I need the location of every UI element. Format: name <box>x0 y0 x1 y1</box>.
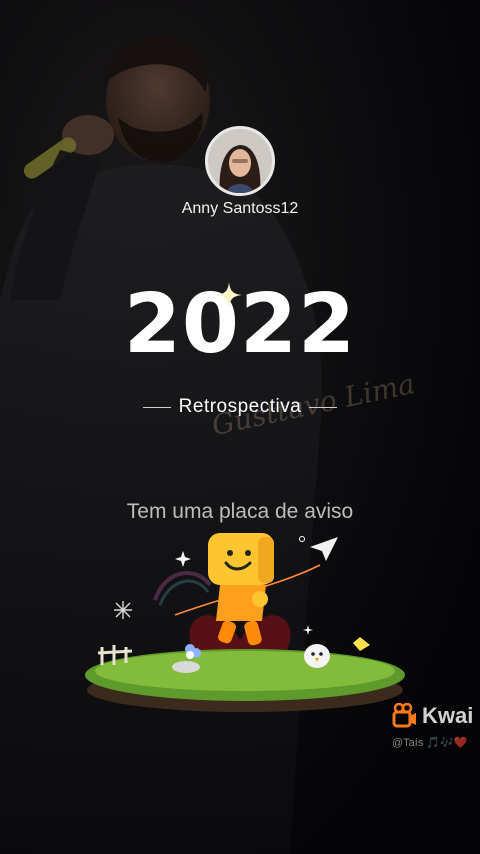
kwai-mascot-icon <box>208 533 274 646</box>
kwai-brand: Kwai <box>422 703 474 728</box>
chick-icon <box>304 644 330 668</box>
recap-caption: Tem uma placa de aviso <box>126 500 354 523</box>
divider-left <box>142 406 171 408</box>
recap-screen: Anny Santoss12 2022 Gusttavo Lima Retros… <box>0 0 480 854</box>
kwai-watermark: Kwai <box>392 703 473 729</box>
mascot-scene <box>85 533 405 712</box>
profile-avatar[interactable] <box>205 126 275 196</box>
profile-username: Anny Santoss12 <box>181 200 299 217</box>
gem-icon <box>353 637 370 651</box>
recap-subtitle-row: Retrospectiva <box>0 396 480 418</box>
divider-right <box>309 406 338 408</box>
sparkle-icon <box>216 282 242 308</box>
kwai-handle: @Taís 🎵🎶❤️ <box>392 737 468 749</box>
kwai-logo-icon <box>392 703 416 728</box>
sparkle-small-icon <box>175 551 191 567</box>
profile-photo-icon <box>208 129 272 193</box>
paper-plane-icon <box>310 537 338 561</box>
snowflake-icon <box>114 601 132 619</box>
fence-icon <box>97 645 133 665</box>
recap-subtitle: Retrospectiva <box>178 396 302 417</box>
